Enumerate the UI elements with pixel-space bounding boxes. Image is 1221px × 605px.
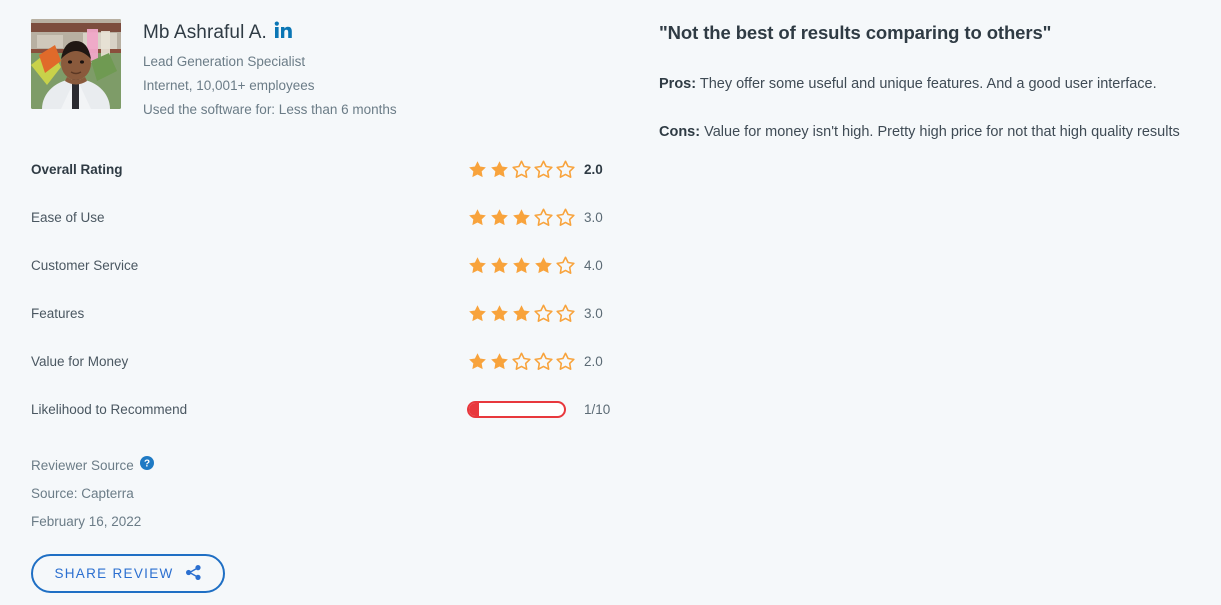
pros-text: They offer some useful and unique featur…: [696, 76, 1157, 92]
star-empty-icon: [512, 159, 531, 178]
star-filled-icon: [469, 304, 486, 321]
star-empty-icon: [556, 207, 575, 226]
rating-row-value-for-money: Value for Money 2.0: [31, 337, 621, 385]
star-filled-icon: [513, 256, 530, 273]
reviewer-job-title: Lead Generation Specialist: [143, 54, 306, 69]
review-date: February 16, 2022: [31, 514, 142, 529]
star-filled-icon: [469, 352, 486, 369]
star-filled-icon: [469, 208, 486, 225]
share-review-label: SHARE REVIEW: [54, 566, 174, 581]
star-rating-ease-of-use: [467, 207, 577, 228]
star-empty-icon: [534, 303, 553, 322]
share-icon: [185, 564, 202, 584]
rating-value: 2.0: [584, 353, 603, 369]
star-rating-customer-service: [467, 255, 577, 276]
rating-label: Overall Rating: [31, 161, 123, 177]
star-filled-icon: [491, 256, 508, 273]
rating-value: 2.0: [584, 161, 603, 177]
share-review-button[interactable]: SHARE REVIEW: [31, 554, 225, 593]
rating-value: 3.0: [584, 305, 603, 321]
rating-row-overall: Overall Rating 2.0: [31, 145, 621, 193]
star-empty-icon: [534, 159, 553, 178]
rating-label: Likelihood to Recommend: [31, 401, 188, 417]
help-circle-icon[interactable]: ?: [139, 452, 154, 480]
avatar: [31, 19, 121, 109]
star-rating-value-for-money: [467, 351, 577, 372]
rating-label: Customer Service: [31, 257, 139, 273]
rating-label: Ease of Use: [31, 209, 105, 225]
ratings-list: Overall Rating 2.0 Ease of Use 3.0 Custo…: [31, 145, 621, 433]
star-filled-icon: [513, 304, 530, 321]
review-left-column: Mb Ashraful A. Lead Generation Specialis…: [0, 0, 640, 605]
star-empty-icon: [556, 351, 575, 370]
star-empty-icon: [556, 159, 575, 178]
star-empty-icon: [534, 207, 553, 226]
rating-row-customer-service: Customer Service 4.0: [31, 241, 621, 289]
star-empty-icon: [512, 351, 531, 370]
star-filled-icon: [513, 208, 530, 225]
likelihood-progress-fill: [469, 402, 479, 416]
star-filled-icon: [469, 160, 486, 177]
review-title: "Not the best of results comparing to ot…: [659, 22, 1052, 43]
star-empty-icon: [556, 255, 575, 274]
rating-value: 3.0: [584, 209, 603, 225]
svg-text:?: ?: [144, 459, 150, 470]
reviewer-meta: Mb Ashraful A. Lead Generation Specialis…: [143, 19, 397, 122]
star-rating-overall: [467, 159, 577, 180]
rating-row-likelihood-to-recommend: Likelihood to Recommend 1/10: [31, 385, 621, 433]
star-filled-icon: [491, 352, 508, 369]
cons-label: Cons:: [659, 124, 701, 140]
review-pros: Pros: They offer some useful and unique …: [659, 72, 1221, 96]
review-source-block: Reviewer Source ? Source: Capterra Febru…: [31, 452, 154, 536]
star-filled-icon: [535, 256, 552, 273]
reviewer-source-label: Reviewer Source: [31, 458, 134, 473]
star-filled-icon: [491, 208, 508, 225]
reviewer-name-row: Mb Ashraful A.: [143, 21, 397, 44]
star-filled-icon: [469, 256, 486, 273]
cons-text: Value for money isn't high. Pretty high …: [700, 124, 1180, 140]
reviewer-usage-duration: Used the software for: Less than 6 month…: [143, 102, 397, 117]
rating-row-features: Features 3.0: [31, 289, 621, 337]
reviewer-header: Mb Ashraful A. Lead Generation Specialis…: [31, 19, 397, 122]
rating-row-ease-of-use: Ease of Use 3.0: [31, 193, 621, 241]
reviewer-source-row: Reviewer Source ?: [31, 452, 154, 480]
likelihood-value: 1/10: [584, 401, 611, 417]
rating-label: Value for Money: [31, 353, 129, 369]
reviewer-name: Mb Ashraful A.: [143, 21, 267, 43]
star-filled-icon: [491, 304, 508, 321]
review-source-name: Source: Capterra: [31, 486, 134, 501]
rating-value: 4.0: [584, 257, 603, 273]
star-filled-icon: [491, 160, 508, 177]
likelihood-progress-bar: [467, 400, 566, 418]
star-empty-icon: [556, 303, 575, 322]
star-empty-icon: [534, 351, 553, 370]
pros-label: Pros:: [659, 76, 697, 92]
star-rating-features: [467, 303, 577, 324]
rating-label: Features: [31, 305, 85, 321]
linkedin-icon[interactable]: [274, 21, 292, 44]
reviewer-industry-size: Internet, 10,001+ employees: [143, 78, 315, 93]
review-cons: Cons: Value for money isn't high. Pretty…: [659, 120, 1221, 144]
review-card: Mb Ashraful A. Lead Generation Specialis…: [0, 0, 1221, 605]
review-right-column: "Not the best of results comparing to ot…: [659, 20, 1221, 168]
